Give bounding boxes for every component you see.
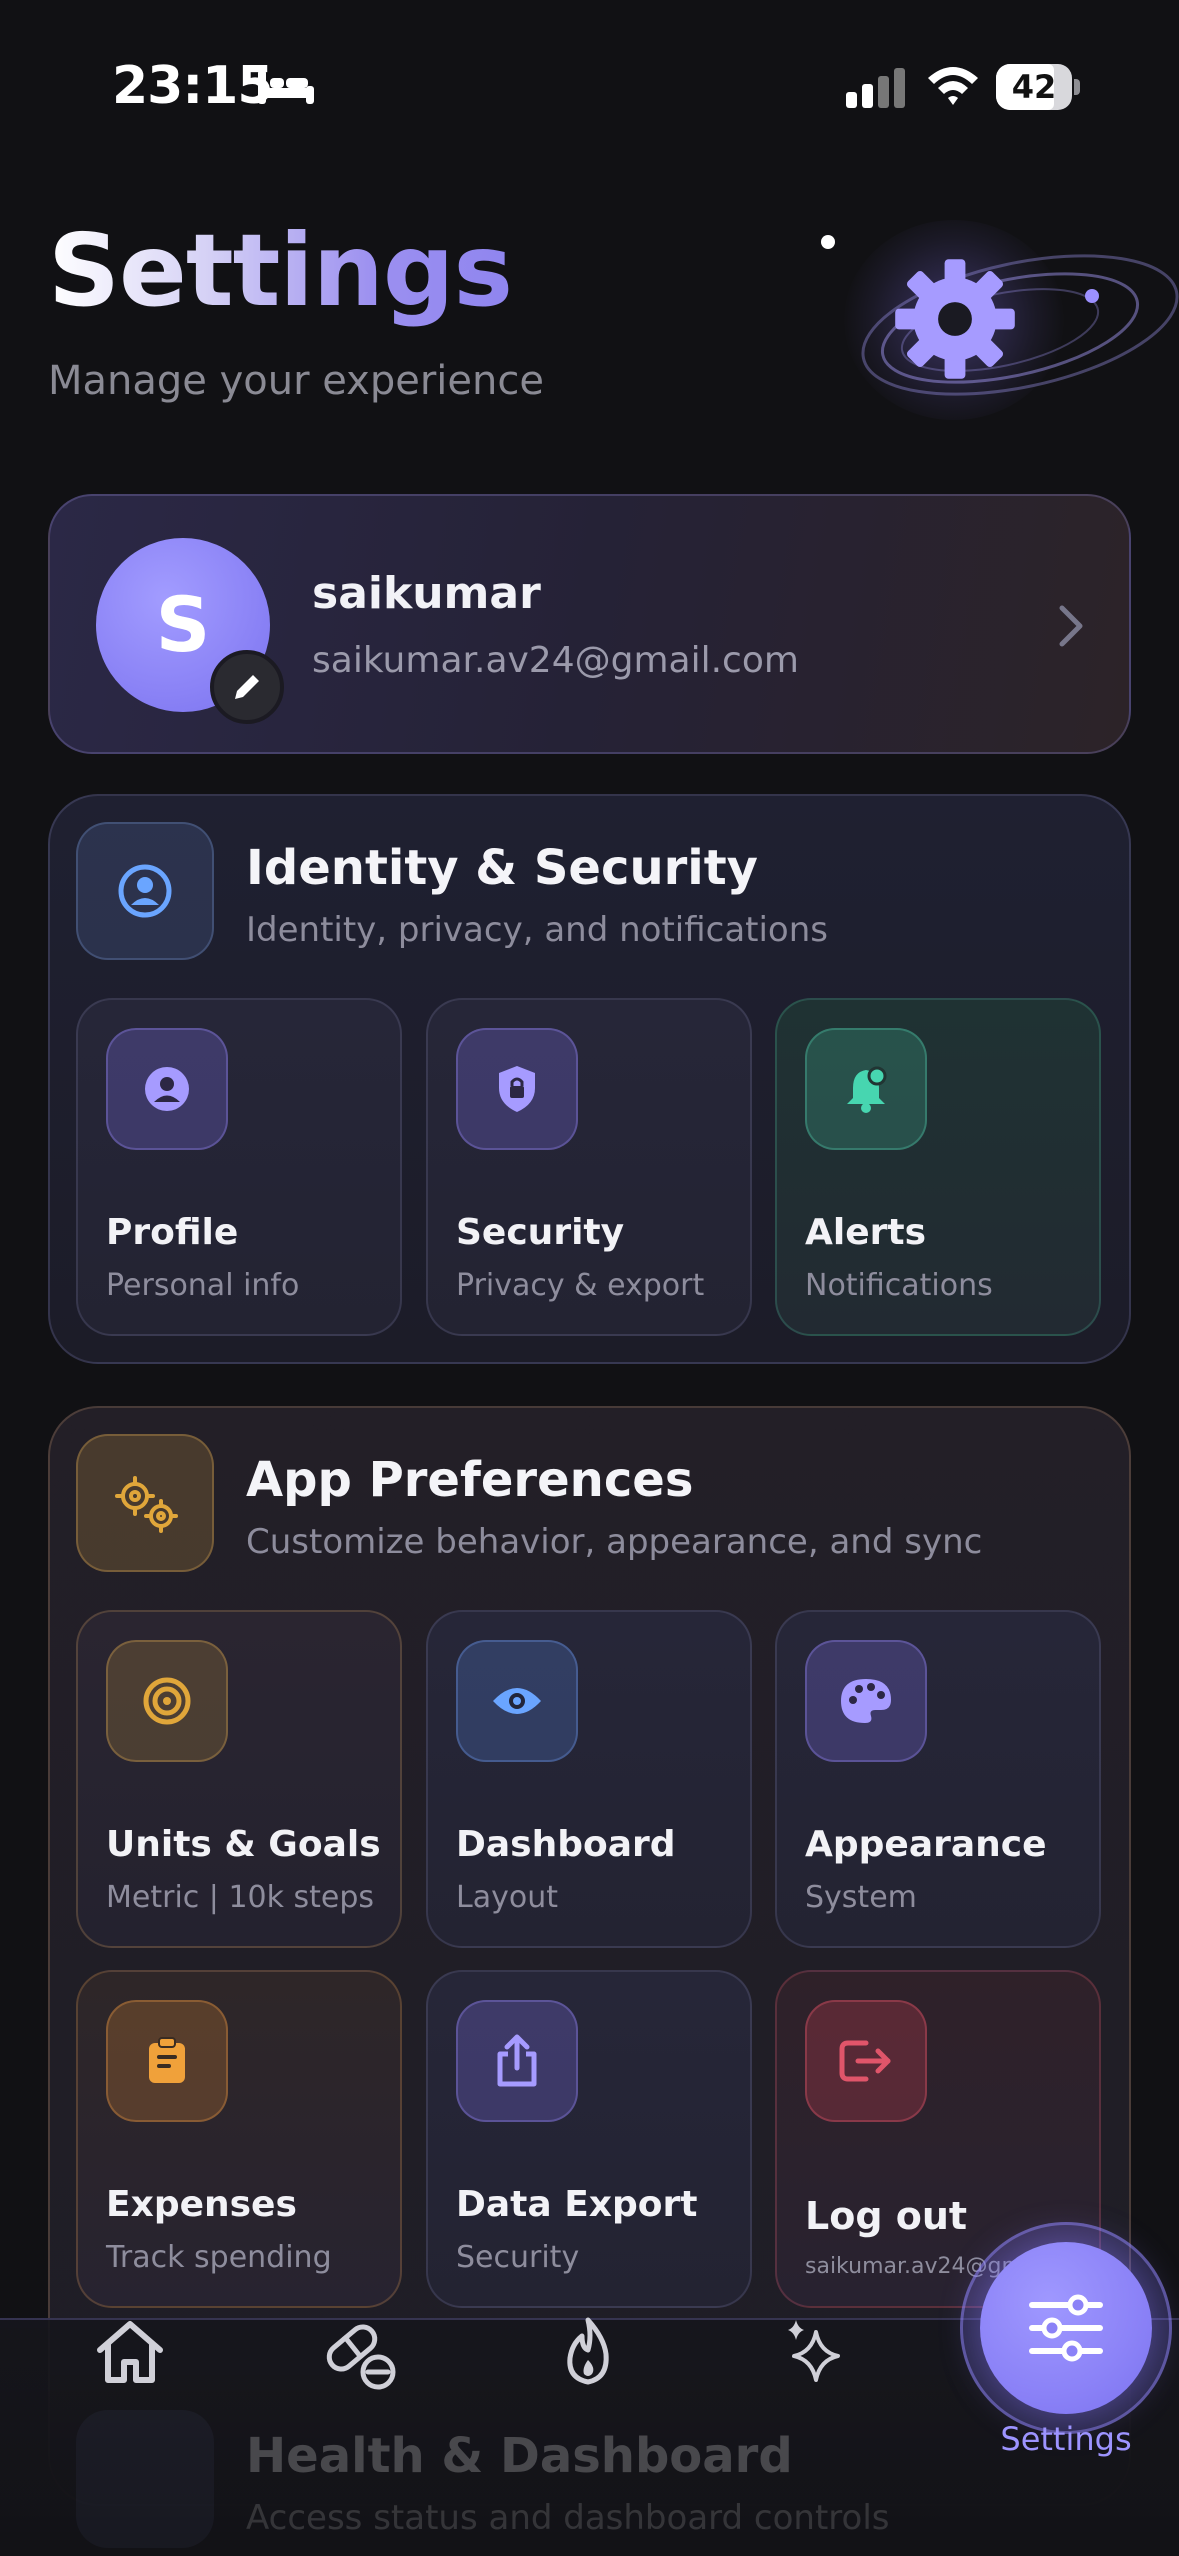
gears-icon [115, 1476, 178, 1533]
user-circle-icon [145, 1067, 189, 1111]
prefs-section-title: App Preferences [246, 1452, 694, 1508]
logout-icon [839, 2040, 891, 2082]
appearance-tile[interactable]: Appearance System [775, 1610, 1101, 1948]
health-section-subtitle: Access status and dashboard controls [246, 2498, 890, 2538]
sparkle-icon[interactable] [778, 2312, 858, 2392]
appearance-tile-title: Appearance [805, 1824, 1047, 1865]
page-title: Settings [48, 212, 513, 329]
security-tile-subtitle: Privacy & export [456, 1268, 705, 1303]
alerts-tile-title: Alerts [805, 1212, 927, 1253]
home-icon[interactable] [90, 2312, 170, 2392]
security-tile[interactable]: Security Privacy & export [426, 998, 752, 1336]
page-subtitle: Manage your experience [48, 358, 544, 404]
shield-lock-icon [499, 1066, 535, 1112]
alerts-tile[interactable]: Alerts Notifications [775, 998, 1101, 1336]
data-export-tile-title: Data Export [456, 2184, 698, 2225]
battery-level-text: 42 [1011, 68, 1057, 106]
data-export-tile[interactable]: Data Export Security [426, 1970, 752, 2308]
status-time: 23:15 [112, 56, 274, 116]
user-circle-icon [118, 864, 172, 918]
expenses-tile-subtitle: Track spending [106, 2240, 332, 2275]
flame-icon[interactable] [548, 2312, 628, 2392]
sliders-icon [1029, 2294, 1103, 2362]
pill-icon[interactable] [320, 2314, 400, 2394]
identity-section-title: Identity & Security [246, 840, 758, 896]
target-icon [143, 1677, 191, 1725]
settings-nav-button[interactable] [980, 2242, 1152, 2414]
identity-section-subtitle: Identity, privacy, and notifications [246, 910, 829, 950]
profile-tile-title: Profile [106, 1212, 239, 1253]
profile-tile-subtitle: Personal info [106, 1268, 300, 1303]
palette-icon [841, 1679, 891, 1723]
prefs-section-icon [76, 1434, 214, 1572]
log-out-tile-title: Log out [805, 2194, 968, 2238]
chevron-right-icon[interactable] [1054, 604, 1088, 648]
cellular-signal-icon [846, 68, 905, 108]
settings-orbit-illustration [780, 210, 1179, 430]
profile-tile[interactable]: Profile Personal info [76, 998, 402, 1336]
battery-indicator: 42 [996, 64, 1080, 110]
expenses-tile[interactable]: Expenses Track spending [76, 1970, 402, 2308]
edit-avatar-button[interactable] [210, 650, 284, 724]
profile-name: saikumar [312, 568, 541, 619]
expenses-tile-title: Expenses [106, 2184, 297, 2225]
bell-icon [847, 1066, 887, 1113]
health-section-icon [76, 2410, 214, 2548]
alerts-tile-subtitle: Notifications [805, 1268, 993, 1303]
gear-icon [895, 259, 1015, 379]
data-export-tile-subtitle: Security [456, 2240, 580, 2275]
wifi-icon [928, 67, 978, 105]
health-section-title: Health & Dashboard [246, 2428, 793, 2484]
eye-icon [493, 1688, 541, 1714]
sleep-focus-icon [258, 70, 314, 104]
nav-label-settings[interactable]: Settings [986, 2420, 1146, 2458]
units-goals-tile-subtitle: Metric | 10k steps [106, 1880, 375, 1915]
dashboard-tile-title: Dashboard [456, 1824, 676, 1865]
prefs-section-subtitle: Customize behavior, appearance, and sync [246, 1522, 983, 1562]
clipboard-icon [149, 2037, 185, 2083]
pencil-icon [235, 675, 259, 699]
profile-email: saikumar.av24@gmail.com [312, 640, 799, 681]
security-tile-title: Security [456, 1212, 625, 1253]
identity-section-icon [76, 822, 214, 960]
appearance-tile-subtitle: System [805, 1880, 917, 1915]
dashboard-tile-subtitle: Layout [456, 1880, 558, 1915]
units-goals-tile[interactable]: Units & Goals Metric | 10k steps [76, 1610, 402, 1948]
dashboard-tile[interactable]: Dashboard Layout [426, 1610, 752, 1948]
units-goals-tile-title: Units & Goals [106, 1824, 381, 1865]
share-export-icon [497, 2034, 537, 2087]
